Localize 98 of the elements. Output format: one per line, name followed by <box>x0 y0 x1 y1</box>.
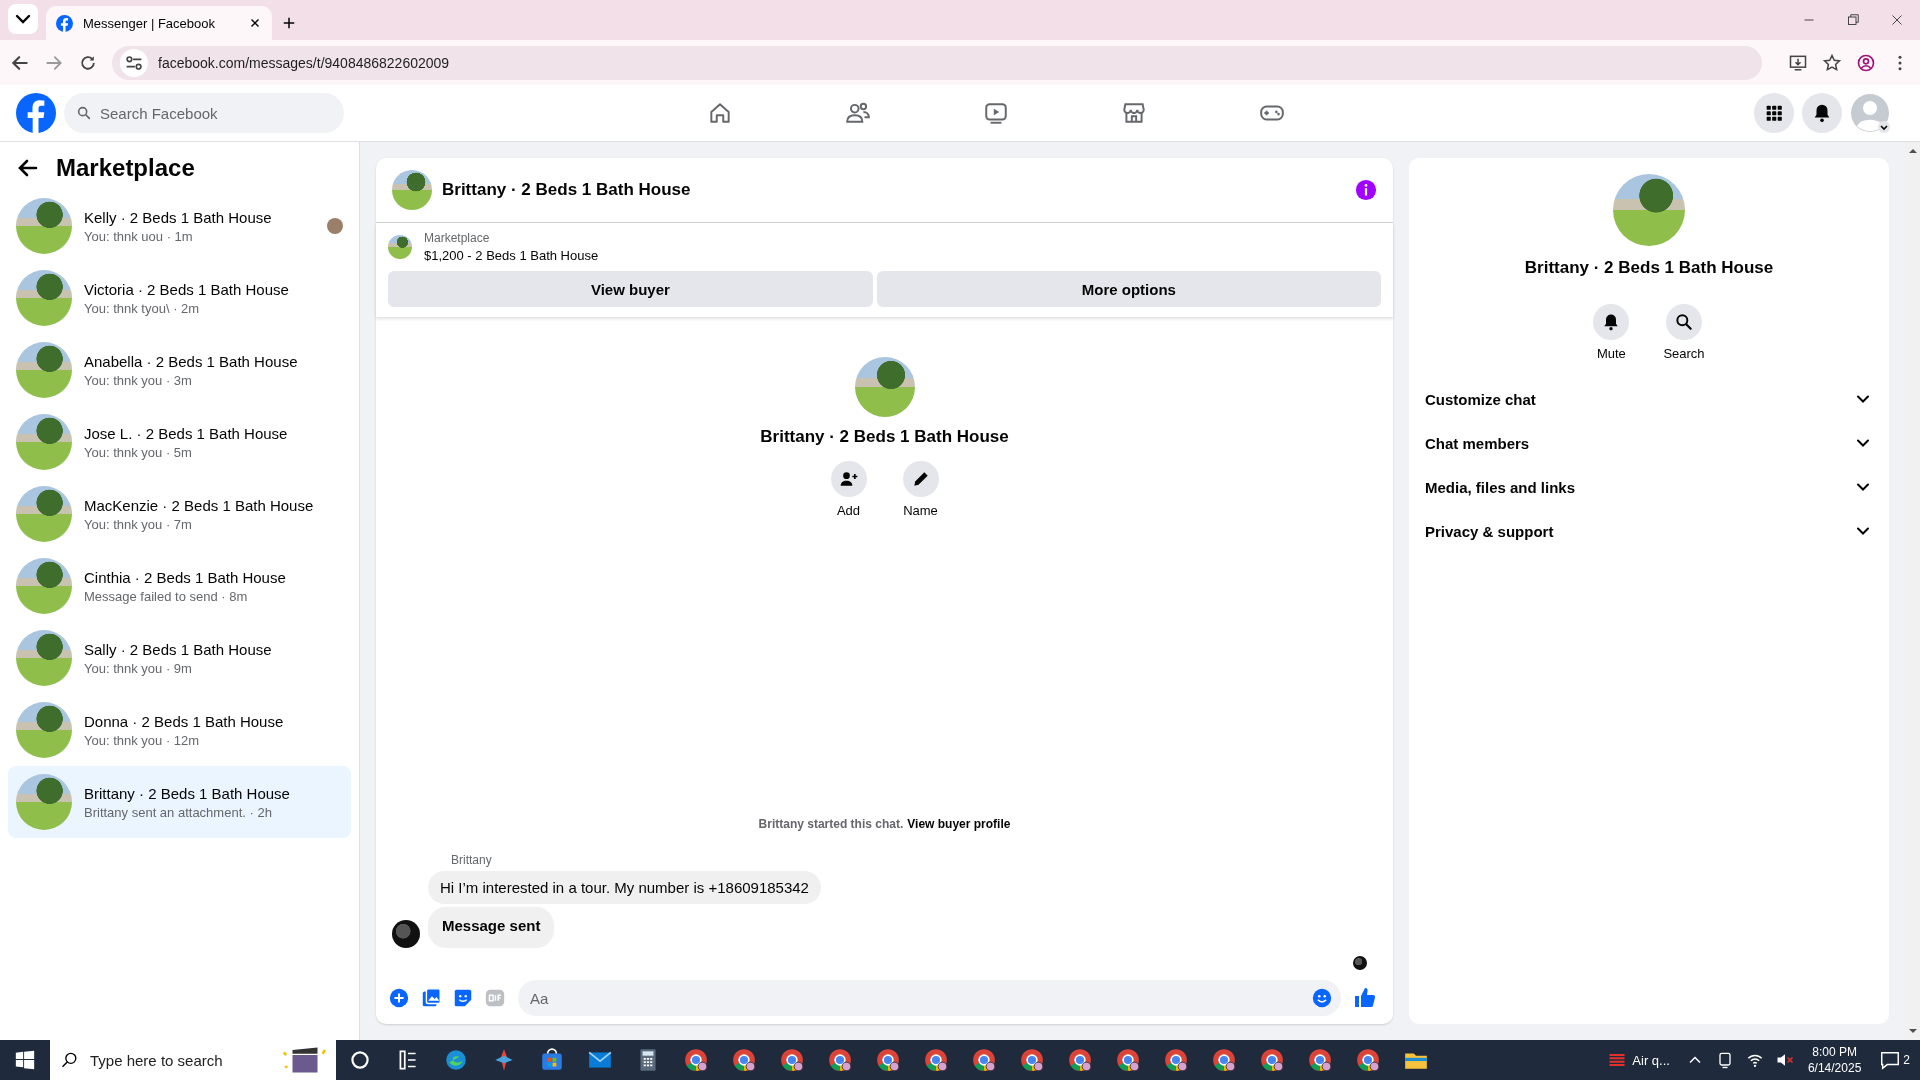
sender-name: Brittany <box>451 853 493 867</box>
facebook-logo-icon[interactable] <box>16 93 56 133</box>
photo-placeholder <box>16 270 72 326</box>
conversation-name: Jose L. · 2 Beds 1 Bath House <box>84 424 288 442</box>
conversation-preview: You: thnk uou · 1m <box>84 228 193 244</box>
info-icon[interactable] <box>1355 179 1377 201</box>
section-row[interactable]: Media, files and links <box>1425 465 1873 509</box>
conversation-preview: Brittany sent an attachment. · 2h <box>84 804 272 820</box>
store-icon[interactable] <box>1121 100 1147 126</box>
photo-placeholder <box>16 342 72 398</box>
conversation-item[interactable]: Cinthia · 2 Beds 1 Bath House Message failed to send · 8m <box>8 550 351 622</box>
photo-placeholder <box>16 558 72 614</box>
action-label: Add <box>836 503 861 518</box>
action-button[interactable]: View buyer <box>388 271 873 307</box>
tab-title: Messenger | Facebook <box>83 15 216 31</box>
photo-placeholder <box>16 630 72 686</box>
action-label: Name <box>903 503 938 518</box>
conversation-item[interactable]: Brittany · 2 Beds 1 Bath House Brittany sent an attachment. · 2h <box>8 766 351 838</box>
conversation-preview: You: thnk tyou\ · 2m <box>84 300 200 316</box>
search-icon <box>76 105 92 121</box>
facebook-logo-icon <box>56 14 73 32</box>
add-button[interactable] <box>830 461 867 497</box>
conversation-item[interactable]: Kelly · 2 Beds 1 Bath House You: thnk uou · 1m <box>8 190 351 262</box>
message-bubble: Message sent <box>428 907 555 948</box>
conversation-name: Donna · 2 Beds 1 Bath House <box>84 712 284 730</box>
home-icon[interactable] <box>707 100 733 126</box>
contact-name: Brittany · 2 Beds 1 Bath House <box>760 427 1009 447</box>
contact-photo <box>392 170 432 210</box>
conversation-name: Kelly · 2 Beds 1 Bath House <box>84 208 272 226</box>
video-icon[interactable] <box>983 100 1009 126</box>
section-row[interactable]: Chat members <box>1425 421 1873 465</box>
taskbar-search-field[interactable]: Type here to search <box>50 1040 336 1080</box>
action-button[interactable]: More options <box>876 271 1381 307</box>
scroll-down-icon[interactable] <box>1907 1026 1918 1036</box>
conversation-item[interactable]: Sally · 2 Beds 1 Bath House You: thnk you · 9m <box>8 622 351 694</box>
photo-placeholder <box>16 774 72 830</box>
read-receipt-avatar <box>1353 956 1367 970</box>
name-button[interactable] <box>902 461 939 497</box>
section-row[interactable]: Privacy & support <box>1425 509 1873 553</box>
action-label: Mute <box>1596 346 1626 361</box>
friends-icon[interactable] <box>845 100 871 126</box>
mute-button[interactable] <box>1593 304 1630 340</box>
action-label: Search <box>1663 346 1705 361</box>
menu-button[interactable] <box>1754 93 1794 133</box>
photo-placeholder <box>16 198 72 254</box>
clock[interactable]: 8:00 PM 6/14/2025 <box>1799 1044 1870 1076</box>
contact-name: Brittany · 2 Beds 1 Bath House <box>1524 258 1774 278</box>
weather-label[interactable]: Air q... <box>1632 1052 1670 1068</box>
profile-icon[interactable] <box>1856 52 1876 73</box>
scroll-up-icon[interactable] <box>1907 146 1918 156</box>
site-settings-icon[interactable] <box>120 48 148 77</box>
address-bar[interactable]: facebook.com/messages/t/9408486822602009 <box>112 45 1762 80</box>
emoji-icon[interactable] <box>1311 987 1333 1009</box>
conversation-item[interactable]: Victoria · 2 Beds 1 Bath House You: thnk tyou\ · 2m <box>8 262 351 334</box>
message-input[interactable]: Aa <box>518 980 1341 1016</box>
conversation-preview: You: thnk you · 12m <box>84 732 200 748</box>
listing-photo <box>388 235 412 259</box>
gallery-icon[interactable] <box>420 987 442 1009</box>
conversation-name: Sally · 2 Beds 1 Bath House <box>84 640 272 658</box>
message-bubble: Hi I’m interested in a tour. My number is +18609185342 <box>428 871 821 904</box>
notifications-button[interactable] <box>1802 93 1842 133</box>
tab-list-button[interactable] <box>8 4 38 34</box>
star-icon[interactable] <box>1822 52 1842 73</box>
browser-tab[interactable]: Messenger | Facebook <box>46 6 272 40</box>
chat-notice: Brittany started this chat. <box>758 817 904 831</box>
conversation-item[interactable]: Donna · 2 Beds 1 Bath House You: thnk you · 12m <box>8 694 351 766</box>
photo-placeholder <box>16 414 72 470</box>
buyer-profile-link[interactable]: View buyer profile <box>907 817 1011 831</box>
conversation-preview: Message failed to send · 8m <box>84 588 248 604</box>
add-person-icon <box>838 469 859 489</box>
sticker-icon[interactable] <box>452 987 474 1009</box>
section-row[interactable]: Customize chat <box>1425 377 1873 421</box>
sidebar-title: Marketplace <box>56 154 195 182</box>
conversation-item[interactable]: Jose L. · 2 Beds 1 Bath House You: thnk you · 5m <box>8 406 351 478</box>
search-icon <box>1674 312 1694 332</box>
listing-title: $1,200 - 2 Beds 1 Bath House <box>424 248 599 263</box>
chat-title: Brittany · 2 Beds 1 Bath House <box>442 180 692 200</box>
search-button[interactable] <box>1666 304 1702 340</box>
photo-placeholder <box>16 702 72 758</box>
sender-avatar <box>392 920 420 948</box>
plus-circle-icon[interactable] <box>388 987 410 1009</box>
conversation-preview: You: thnk you · 9m <box>84 660 192 676</box>
search-field[interactable]: Search Facebook <box>64 93 344 133</box>
conversation-name: Brittany · 2 Beds 1 Bath House <box>84 784 290 802</box>
conversation-preview: You: thnk you · 7m <box>84 516 192 532</box>
photo-placeholder <box>16 486 72 542</box>
conversation-name: Cinthia · 2 Beds 1 Bath House <box>84 568 286 586</box>
conversation-item[interactable]: Anabella · 2 Beds 1 Bath House You: thnk you · 3m <box>8 334 351 406</box>
notifications-button[interactable]: 2 <box>1869 1049 1920 1071</box>
conversation-name: MacKenzie · 2 Beds 1 Bath House <box>84 496 314 514</box>
chat-bubble-icon <box>1879 1049 1902 1071</box>
conversation-item[interactable]: MacKenzie · 2 Beds 1 Bath House You: thnk you · 7m <box>8 478 351 550</box>
conversation-preview: You: thnk you · 3m <box>84 372 192 388</box>
thumbs-up-icon[interactable] <box>1353 986 1377 1010</box>
listing-label: Marketplace <box>424 231 491 245</box>
conversation-name: Anabella · 2 Beds 1 Bath House <box>84 352 298 370</box>
conversation-preview: You: thnk you · 5m <box>84 444 192 460</box>
conversation-name: Victoria · 2 Beds 1 Bath House <box>84 280 289 298</box>
